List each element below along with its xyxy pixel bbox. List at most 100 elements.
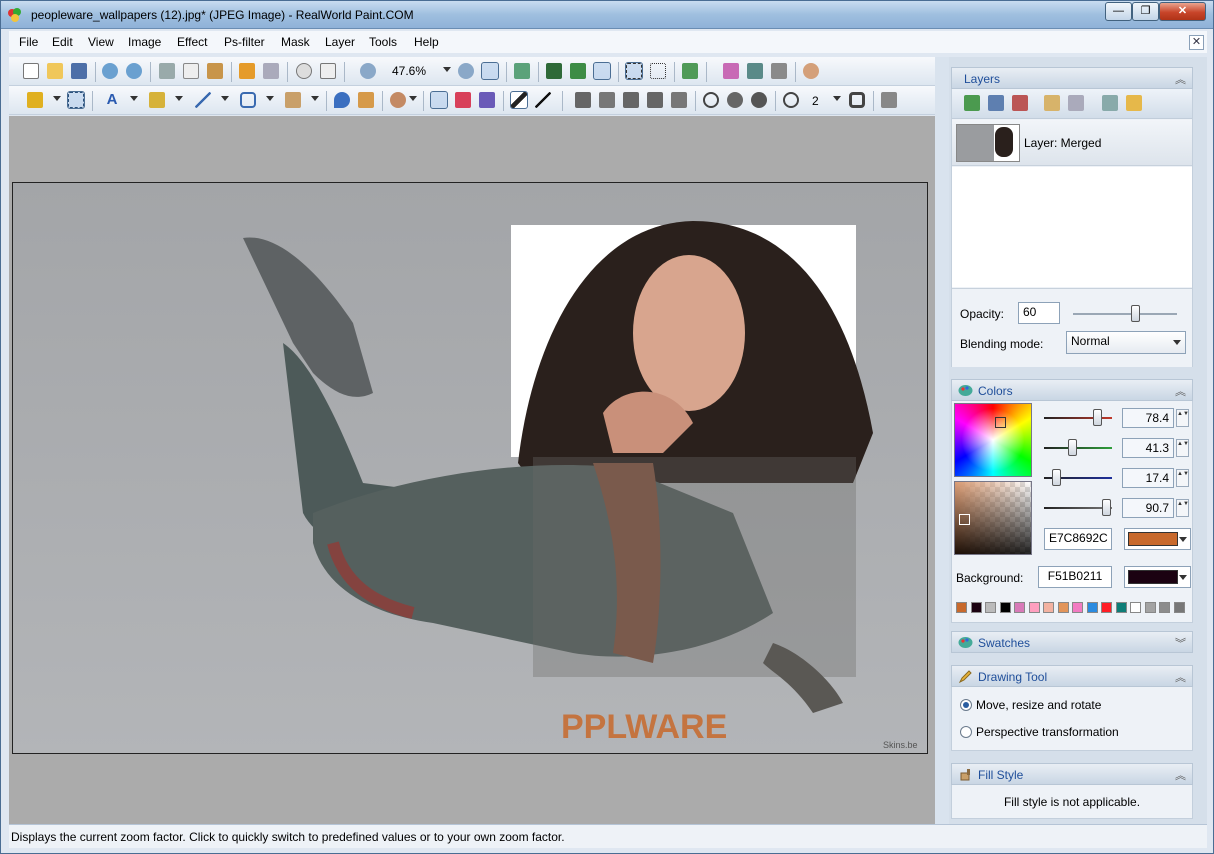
perspective-transformation-radio[interactable] [960, 726, 972, 738]
palette-swatch[interactable] [1130, 602, 1141, 613]
title-bar[interactable]: peopleware_wallpapers (12).jpg* (JPEG Im… [1, 1, 1213, 29]
stamp-icon[interactable] [747, 63, 763, 79]
selection-icon[interactable] [625, 62, 643, 80]
background-color-button[interactable] [1124, 566, 1191, 588]
fill-style-2-icon[interactable] [599, 92, 615, 108]
canvas-size-icon[interactable] [682, 63, 698, 79]
magic-wand-dropdown-icon[interactable] [53, 96, 61, 101]
canvas-area[interactable]: PPLWARE Skins.be [9, 116, 935, 824]
menu-layer[interactable]: Layer [325, 35, 355, 49]
brush-size-value[interactable]: 2 [812, 94, 819, 108]
move-resize-rotate-label[interactable]: Move, resize and rotate [976, 698, 1101, 712]
pointer-icon[interactable] [320, 63, 336, 79]
blend-mode-2-icon[interactable] [455, 92, 471, 108]
zoom-out-icon[interactable] [360, 63, 376, 79]
palette-swatch[interactable] [1014, 602, 1025, 613]
minimize-button[interactable]: — [1105, 2, 1132, 21]
menu-edit[interactable]: Edit [52, 35, 73, 49]
palette-swatch[interactable] [1043, 602, 1054, 613]
layers-icon[interactable] [514, 63, 530, 79]
palette-swatch[interactable] [1115, 602, 1127, 613]
move-layer-icon[interactable] [1102, 95, 1118, 111]
panel-splitter[interactable] [935, 57, 949, 824]
menu-effect[interactable]: Effect [177, 35, 207, 49]
color-wheel-marker[interactable] [995, 417, 1006, 428]
channel-slider-thumb[interactable] [1093, 409, 1103, 426]
palette-swatch[interactable] [1159, 602, 1170, 613]
menu-image[interactable]: Image [128, 35, 161, 49]
layers-panel-header[interactable]: Layers ︽ [951, 67, 1193, 89]
show-image-icon[interactable] [593, 62, 611, 80]
hand-icon[interactable] [296, 63, 312, 79]
copy-icon[interactable] [183, 63, 199, 79]
channel-value-input[interactable]: 78.4 [1122, 408, 1174, 428]
expand-icon[interactable]: ︾ [1175, 635, 1186, 651]
colors-panel-header[interactable]: Colors ︽ [951, 379, 1193, 401]
round-corner-icon[interactable] [849, 92, 865, 108]
collapse-icon[interactable]: ︽ [1175, 767, 1186, 783]
color-picker-icon[interactable] [723, 63, 739, 79]
magic-wand-icon[interactable] [27, 92, 43, 108]
palette-swatch[interactable] [1028, 602, 1040, 613]
move-resize-rotate-radio[interactable] [960, 699, 972, 711]
layer-row[interactable]: Layer: Merged [952, 120, 1192, 166]
brush-size-dropdown-icon[interactable] [833, 96, 841, 101]
palette-swatch[interactable] [1144, 602, 1156, 613]
redo-icon[interactable] [126, 63, 142, 79]
channel-slider-thumb[interactable] [1068, 439, 1078, 456]
duplicate-layer-icon[interactable] [1044, 95, 1060, 111]
palette-swatch[interactable] [1101, 602, 1112, 613]
menu-view[interactable]: View [88, 35, 114, 49]
undo-icon[interactable] [102, 63, 118, 79]
spinner-arrows-icon[interactable]: ▲▼ [1176, 439, 1189, 457]
menu-file[interactable]: File [19, 35, 38, 49]
palette-swatch[interactable] [1173, 602, 1185, 613]
palette-swatch[interactable] [956, 602, 967, 613]
polygon-icon[interactable] [240, 92, 256, 108]
zoom-level[interactable]: 47.6% [392, 64, 426, 78]
palette-swatch[interactable] [1057, 602, 1069, 613]
collapse-icon[interactable]: ︽ [1175, 71, 1186, 87]
menu-mask[interactable]: Mask [281, 35, 310, 49]
line-dropdown-icon[interactable] [221, 96, 229, 101]
delete-layer-icon[interactable] [1012, 95, 1028, 111]
crop-icon[interactable] [263, 63, 279, 79]
text-tool-dropdown-icon[interactable] [130, 96, 138, 101]
palette-swatch[interactable] [985, 602, 996, 613]
aliased-icon[interactable] [510, 91, 528, 109]
opacity-slider-thumb[interactable] [1131, 305, 1141, 322]
drop-icon[interactable] [334, 92, 350, 108]
brush-dropdown-icon[interactable] [175, 96, 183, 101]
brush-size-icon[interactable] [783, 92, 799, 108]
swap-icon[interactable] [881, 92, 897, 108]
menu-tools[interactable]: Tools [369, 35, 397, 49]
channel-value-input[interactable]: 17.4 [1122, 468, 1174, 488]
layer-properties-icon[interactable] [988, 95, 1004, 111]
document-close-button[interactable]: ✕ [1189, 35, 1204, 50]
channel-slider-thumb[interactable] [1101, 499, 1111, 516]
close-button[interactable]: ✕ [1159, 2, 1206, 21]
palette-swatch[interactable] [970, 602, 982, 613]
open-folder-icon[interactable] [47, 63, 63, 79]
color-wheel[interactable] [954, 403, 1032, 477]
pixel-grid-icon[interactable] [570, 63, 586, 79]
palette-swatch[interactable] [999, 602, 1011, 613]
cut-icon[interactable] [159, 63, 175, 79]
collapse-icon[interactable]: ︽ [1175, 669, 1186, 685]
opacity-slider[interactable] [1073, 313, 1177, 315]
save-icon[interactable] [71, 63, 87, 79]
outline-style-3-icon[interactable] [751, 92, 767, 108]
clone-icon[interactable] [390, 92, 406, 108]
text-tool-icon[interactable]: A [104, 92, 120, 108]
alpha-picker-marker[interactable] [959, 514, 970, 525]
drawing-tool-panel-header[interactable]: Drawing Tool ︽ [951, 665, 1193, 687]
new-file-icon[interactable] [23, 63, 39, 79]
foreground-hex-input[interactable]: E7C8692C [1044, 528, 1112, 550]
polygon-dropdown-icon[interactable] [266, 96, 274, 101]
blend-mode-3-icon[interactable] [479, 92, 495, 108]
brush-icon[interactable] [149, 92, 165, 108]
fill-style-4-icon[interactable] [647, 92, 663, 108]
eyedropper-icon[interactable] [358, 92, 374, 108]
channel-slider-2[interactable] [1044, 447, 1112, 449]
fill-style-panel-header[interactable]: Fill Style ︽ [951, 763, 1193, 785]
